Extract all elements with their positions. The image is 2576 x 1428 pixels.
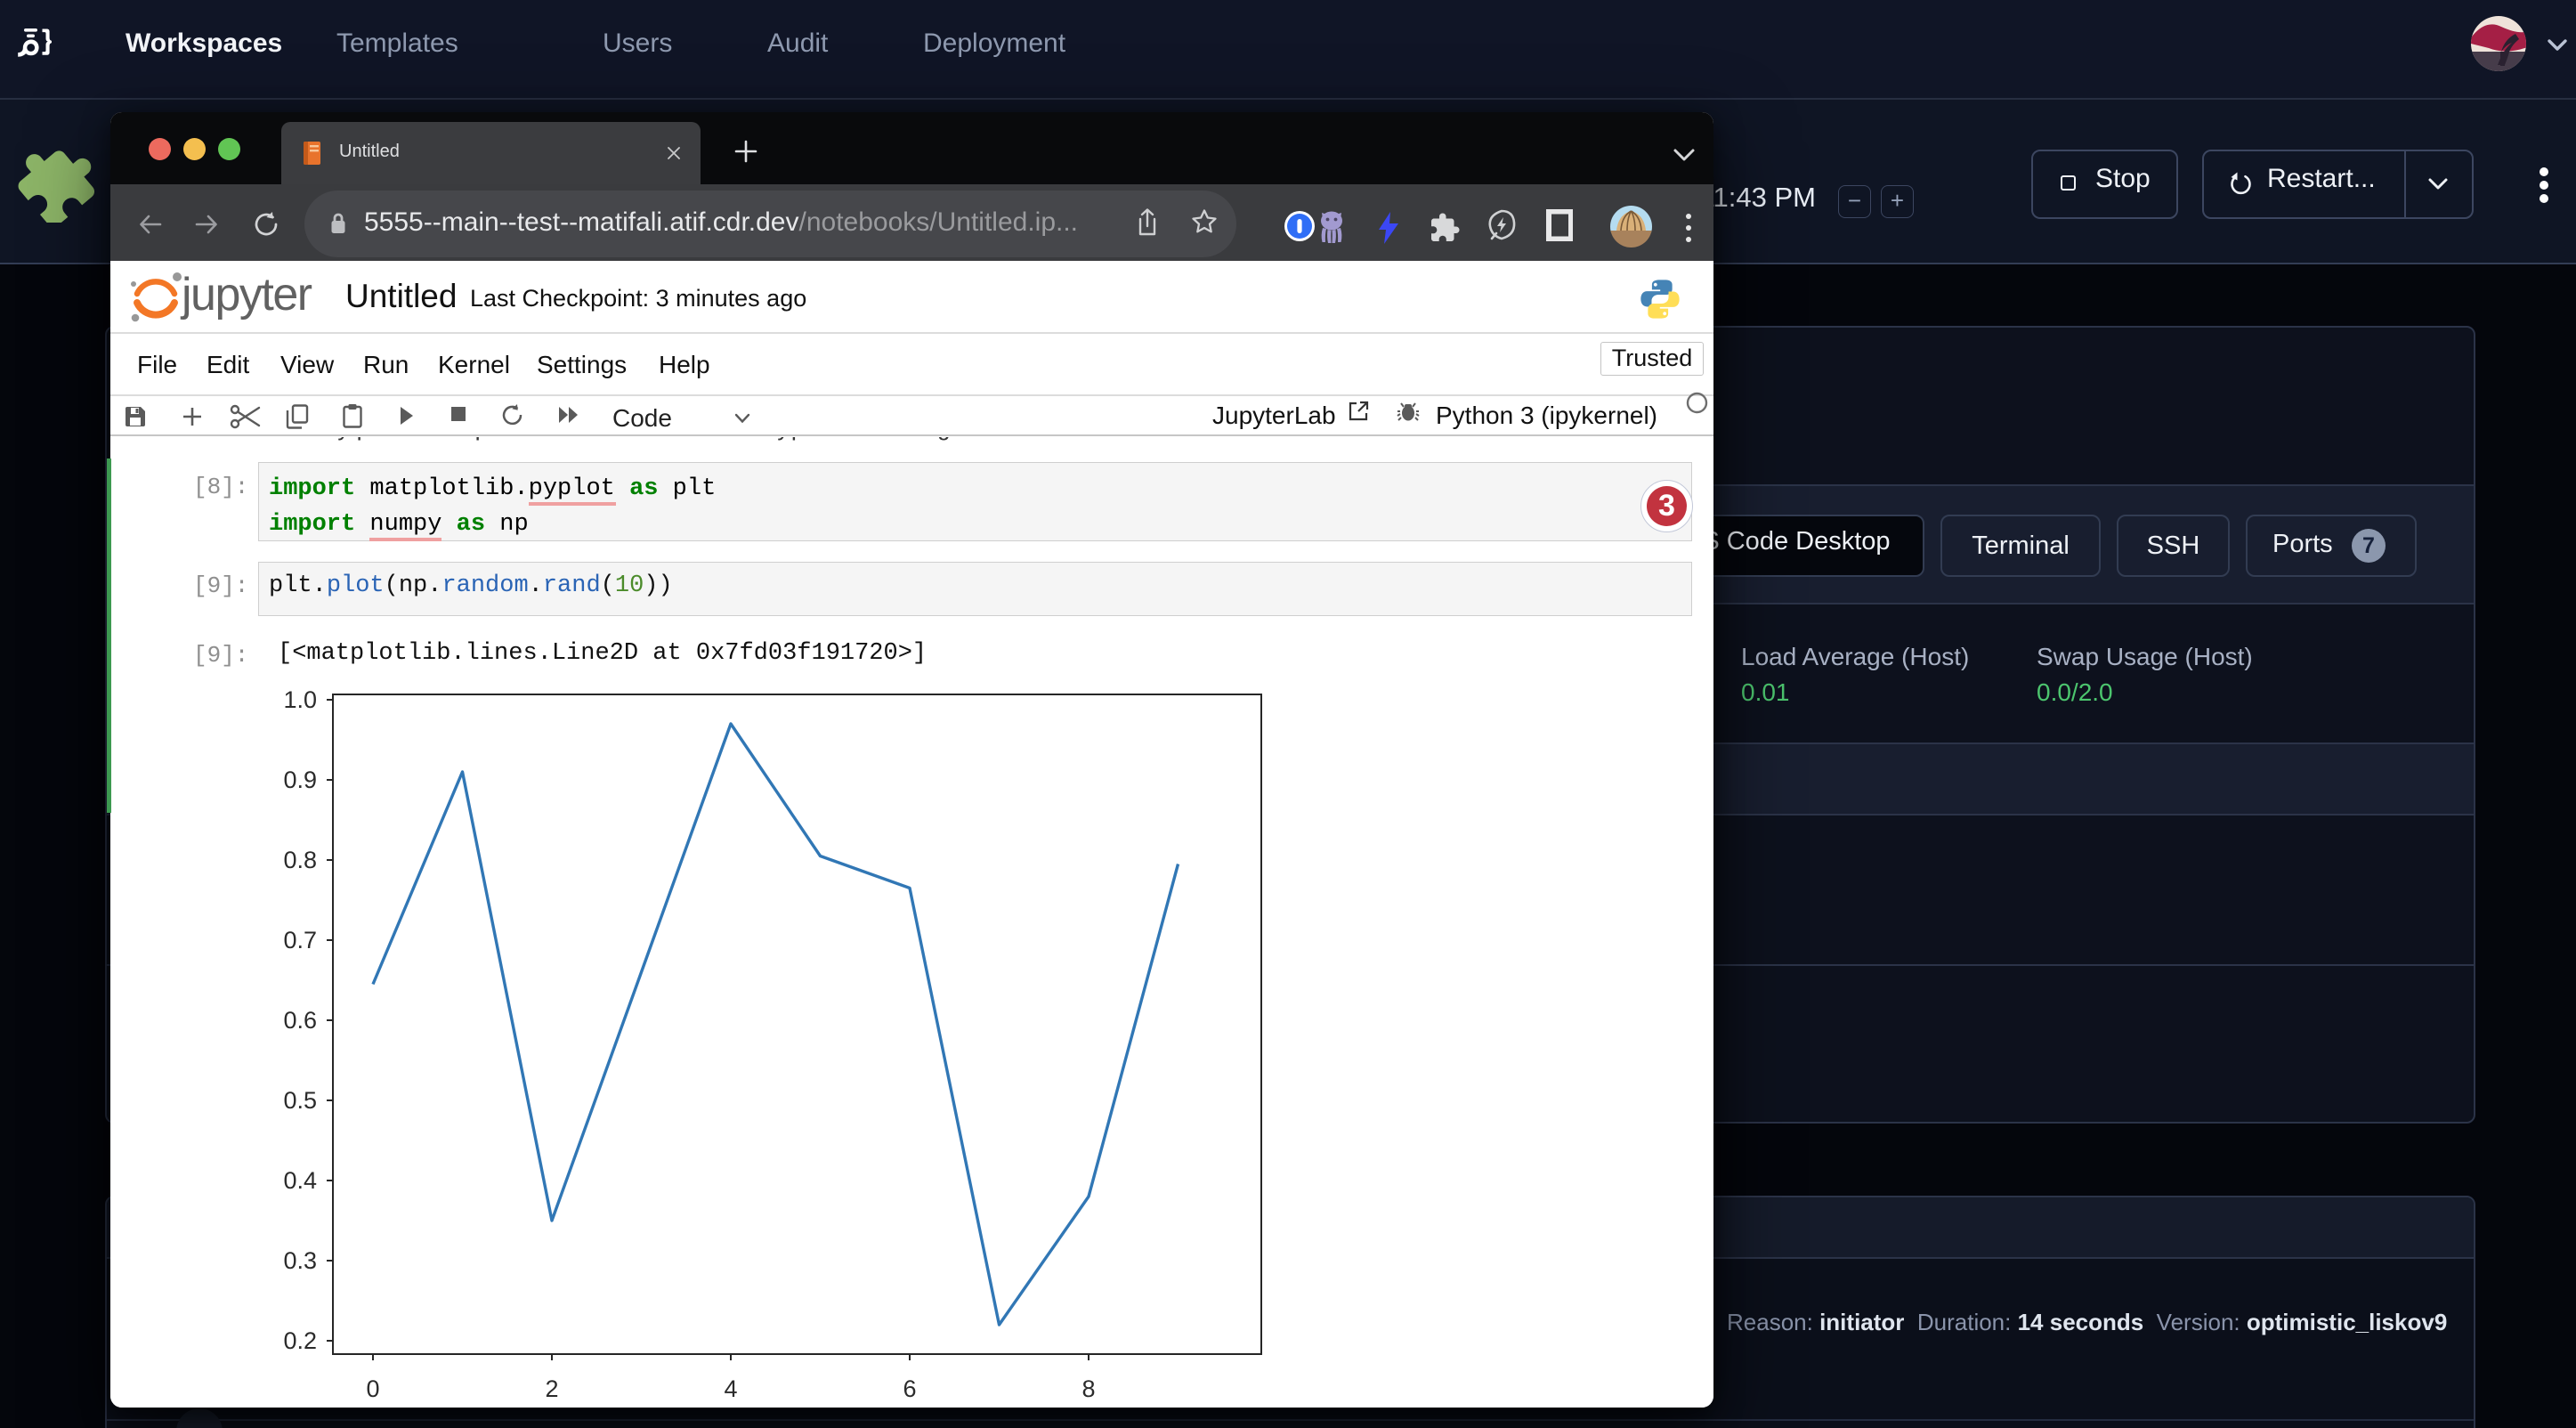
svg-text:6: 6	[903, 1375, 916, 1402]
svg-text:4: 4	[724, 1375, 737, 1402]
svg-text:8: 8	[1081, 1375, 1095, 1402]
svg-text:0.2: 0.2	[283, 1327, 317, 1354]
svg-text:0.7: 0.7	[283, 927, 317, 953]
svg-text:1.0: 1.0	[283, 686, 317, 713]
svg-text:0.5: 0.5	[283, 1087, 317, 1114]
svg-text:0.8: 0.8	[283, 847, 317, 873]
svg-text:0.9: 0.9	[283, 767, 317, 793]
svg-text:0.6: 0.6	[283, 1007, 317, 1034]
svg-text:0.3: 0.3	[283, 1247, 317, 1274]
svg-text:2: 2	[545, 1375, 558, 1402]
svg-text:0: 0	[366, 1375, 379, 1402]
svg-text:0.4: 0.4	[283, 1167, 317, 1194]
